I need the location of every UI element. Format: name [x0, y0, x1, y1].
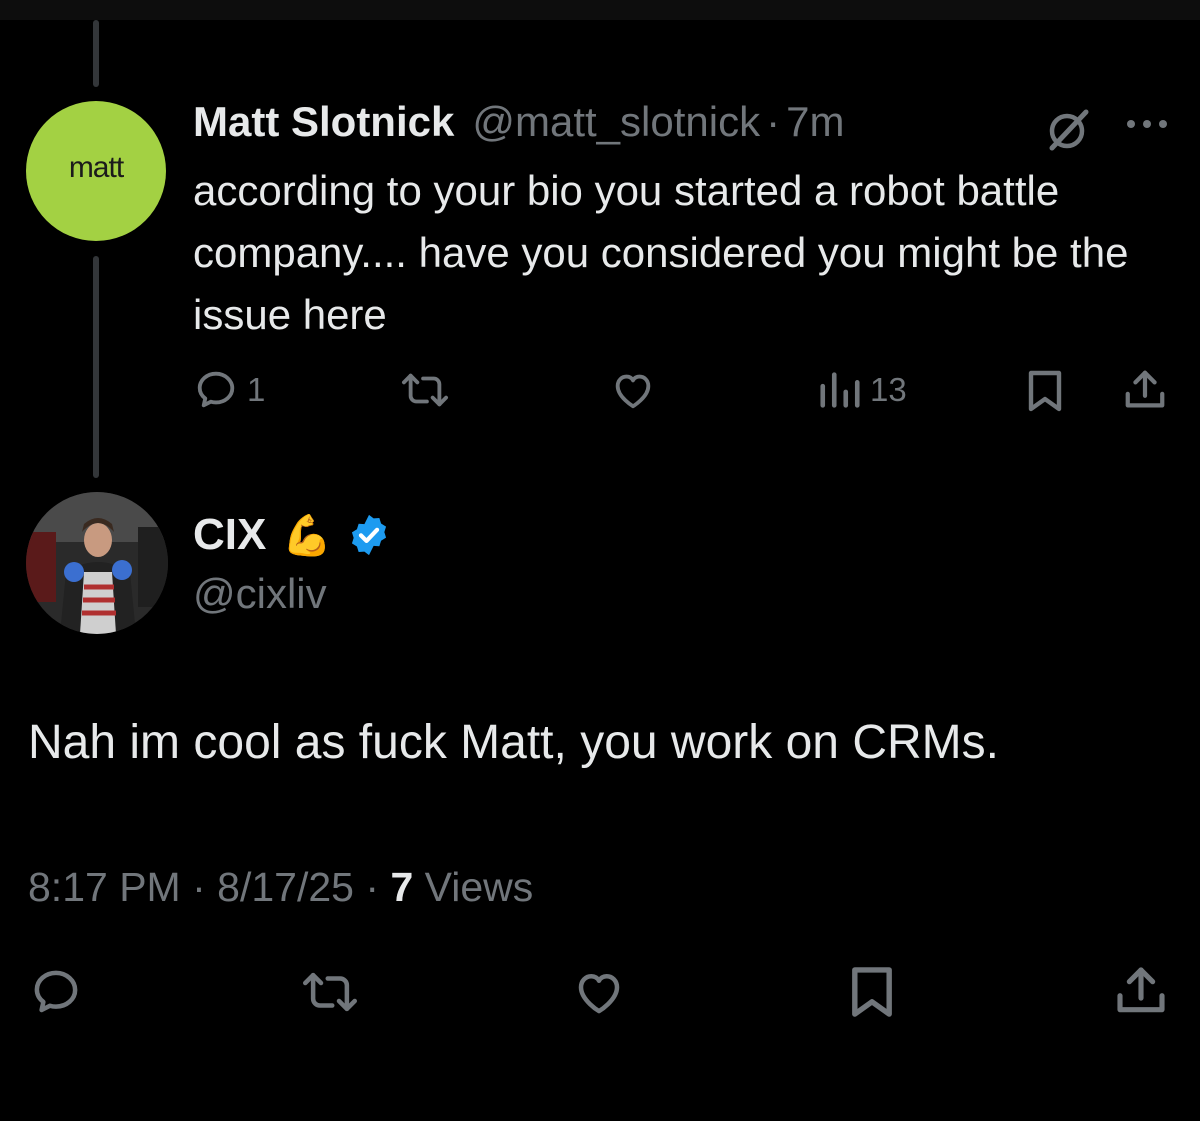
- views-label: Views: [424, 864, 534, 910]
- analytics-icon: [818, 367, 862, 413]
- share-icon: [1122, 367, 1168, 413]
- bookmark-action[interactable]: [845, 962, 899, 1022]
- views-count[interactable]: 7: [390, 864, 413, 910]
- author-row: CIX 💪: [193, 505, 392, 565]
- retweet-icon: [298, 965, 362, 1019]
- separator: ·: [766, 98, 781, 145]
- author-name[interactable]: CIX: [193, 510, 266, 560]
- view-count: 13: [870, 371, 907, 408]
- analytics-action[interactable]: 13: [818, 367, 907, 413]
- share-action[interactable]: [1122, 367, 1168, 413]
- avatar[interactable]: matt: [26, 101, 166, 241]
- grok-icon[interactable]: [1044, 105, 1094, 160]
- verified-badge-icon[interactable]: [346, 512, 392, 558]
- reply-text: according to your bio you started a robo…: [193, 167, 1129, 338]
- avatar-text: matt: [68, 151, 124, 184]
- like-action[interactable]: [570, 965, 628, 1019]
- retweet-action[interactable]: [298, 965, 362, 1019]
- reply-icon: [193, 367, 239, 413]
- flexed-biceps-emoji: 💪: [282, 512, 333, 559]
- share-action[interactable]: [1112, 963, 1170, 1019]
- tweet-text: Nah im cool as fuck Matt, you work on CR…: [28, 716, 999, 769]
- bookmark-action[interactable]: [1023, 367, 1067, 415]
- more-icon[interactable]: [1124, 112, 1170, 141]
- author-handle[interactable]: @cixliv: [193, 570, 327, 618]
- bookmark-icon: [1023, 367, 1067, 415]
- share-icon: [1112, 963, 1170, 1019]
- like-action[interactable]: [609, 367, 657, 413]
- thread-line-bottom: [93, 256, 99, 478]
- thread-line-top: [93, 20, 99, 87]
- timestamp[interactable]: 7m: [786, 98, 844, 146]
- bookmark-icon: [845, 962, 899, 1022]
- retweet-action[interactable]: [398, 367, 452, 413]
- top-strip: [0, 0, 1200, 20]
- reply-icon: [28, 965, 84, 1019]
- tweet-time[interactable]: 8:17 PM: [28, 864, 181, 910]
- separator: ·: [192, 864, 206, 910]
- reply-header: Matt Slotnick @matt_slotnick · 7m: [193, 98, 844, 150]
- tweet-date[interactable]: 8/17/25: [217, 864, 354, 910]
- like-icon: [570, 965, 628, 1019]
- reply-count: 1: [247, 371, 266, 408]
- author-handle[interactable]: @matt_slotnick: [472, 98, 760, 146]
- separator: ·: [365, 864, 380, 910]
- avatar[interactable]: [26, 492, 168, 634]
- reply-action[interactable]: 1: [193, 367, 265, 413]
- reply-action[interactable]: [28, 965, 84, 1019]
- like-icon: [609, 367, 657, 413]
- retweet-icon: [398, 367, 452, 413]
- author-name[interactable]: Matt Slotnick: [193, 98, 454, 146]
- tweet-meta: 8:17 PM · 8/17/25 · 7 Views: [28, 864, 533, 911]
